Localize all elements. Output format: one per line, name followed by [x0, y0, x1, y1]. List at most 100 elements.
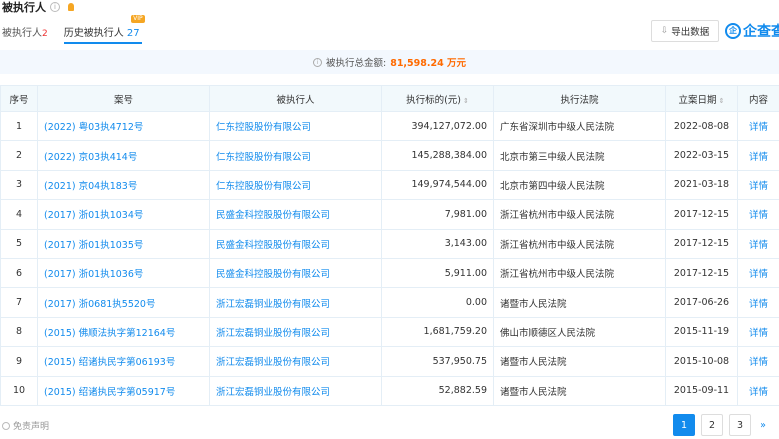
tab-current-debtor[interactable]: 被执行人2 — [0, 24, 50, 39]
cell-amount: 3,143.00 — [381, 228, 494, 259]
cell-date: 2022-08-08 — [665, 110, 738, 142]
cell-date: 2022-03-15 — [665, 140, 738, 171]
cell-detail[interactable]: 详情 — [737, 257, 779, 289]
cell-debtor[interactable]: 民盛金科控股股份有限公司 — [209, 228, 382, 259]
info-icon: i — [313, 57, 322, 67]
cell-index: 9 — [0, 346, 38, 377]
cell-detail[interactable]: 详情 — [737, 169, 779, 201]
next-page-button[interactable]: » — [757, 414, 769, 436]
total-amount-label: 被执行总金额: — [326, 58, 387, 69]
col-header-case-no: 案号 — [37, 85, 210, 112]
pagination: 1 2 3 » — [673, 414, 775, 436]
section-title: 被执行人 — [2, 1, 46, 14]
cell-case-no[interactable]: (2022) 京03执414号 — [37, 140, 210, 171]
cell-debtor[interactable]: 民盛金科控股股份有限公司 — [209, 257, 382, 289]
sort-icon: ⇕ — [718, 96, 725, 105]
cell-detail[interactable]: 详情 — [737, 199, 779, 230]
section-header: 被执行人 i — [0, 0, 74, 14]
cell-index: 1 — [0, 110, 38, 142]
cell-debtor[interactable]: 民盛金科控股股份有限公司 — [209, 199, 382, 230]
cell-court: 佛山市顺德区人民法院 — [493, 316, 666, 348]
cell-debtor[interactable]: 仁东控股股份有限公司 — [209, 110, 382, 142]
col-header-date-label: 立案日期 — [678, 94, 717, 106]
col-header-amount-label: 执行标的(元) — [406, 94, 462, 106]
cell-amount: 0.00 — [381, 287, 494, 318]
cell-debtor[interactable]: 浙江宏磊铜业股份有限公司 — [209, 346, 382, 377]
cell-detail[interactable]: 详情 — [737, 110, 779, 142]
cell-case-no[interactable]: (2021) 京04执183号 — [37, 169, 210, 201]
cell-debtor[interactable]: 浙江宏磊铜业股份有限公司 — [209, 375, 382, 406]
cell-amount: 1,681,759.20 — [381, 316, 494, 348]
cell-date: 2017-12-15 — [665, 257, 738, 289]
cell-case-no[interactable]: (2017) 浙01执1036号 — [37, 257, 210, 289]
cell-case-no[interactable]: (2015) 绍诸执民字第05917号 — [37, 375, 210, 406]
cell-detail[interactable]: 详情 — [737, 316, 779, 348]
tab-label: 被执行人 — [2, 27, 42, 39]
cell-index: 6 — [0, 257, 38, 289]
cell-detail[interactable]: 详情 — [737, 228, 779, 259]
export-label: 导出数据 — [671, 27, 710, 38]
cell-date: 2017-06-26 — [665, 287, 738, 318]
vip-badge: VIP — [131, 14, 145, 23]
cell-debtor[interactable]: 仁东控股股份有限公司 — [209, 140, 382, 171]
cell-detail[interactable]: 详情 — [737, 140, 779, 171]
cell-amount: 52,882.59 — [381, 375, 494, 406]
tab-count: 2 — [42, 28, 48, 39]
cell-index: 5 — [0, 228, 38, 259]
cell-court: 诸暨市人民法院 — [493, 346, 666, 377]
cell-detail[interactable]: 详情 — [737, 375, 779, 406]
tab-count: 27 — [126, 27, 140, 39]
page-button-3[interactable]: 3 — [729, 414, 751, 436]
cell-detail[interactable]: 详情 — [737, 287, 779, 318]
cell-case-no[interactable]: (2022) 粤03执4712号 — [37, 110, 210, 142]
table-row: 2 (2022) 京03执414号 仁东控股股份有限公司 145,288,384.00… — [0, 140, 779, 171]
sort-icon: ⇕ — [463, 96, 469, 105]
tab-label: 历史被执行人 — [63, 27, 124, 39]
cell-case-no[interactable]: (2015) 绍诸执民字第06193号 — [37, 346, 210, 377]
cell-amount: 537,950.75 — [381, 346, 494, 377]
cell-amount: 149,974,544.00 — [381, 169, 494, 201]
table-row: 6 (2017) 浙01执1036号 民盛金科控股股份有限公司 5,911.00 浙江省… — [0, 257, 779, 289]
cell-amount: 7,981.00 — [381, 199, 494, 230]
export-button[interactable]: ⇩ 导出数据 — [651, 20, 719, 42]
cell-date: 2017-12-15 — [665, 199, 738, 230]
col-header-amount[interactable]: 执行标的(元) ⇕ — [381, 85, 494, 112]
cell-case-no[interactable]: (2017) 浙0681执5520号 — [37, 287, 210, 318]
cell-debtor[interactable]: 浙江宏磊铜业股份有限公司 — [209, 287, 382, 318]
cell-case-no[interactable]: (2017) 浙01执1034号 — [37, 199, 210, 230]
cell-case-no[interactable]: (2015) 佛顺法执字第12164号 — [37, 316, 210, 348]
page-button-1[interactable]: 1 — [673, 414, 695, 436]
disclaimer-label: 免责声明 — [13, 422, 50, 432]
cell-date: 2015-09-11 — [665, 375, 738, 406]
cell-court: 北京市第三中级人民法院 — [493, 140, 666, 171]
table-row: 3 (2021) 京04执183号 仁东控股股份有限公司 149,974,544.00… — [0, 169, 779, 201]
cell-amount: 145,288,384.00 — [381, 140, 494, 171]
table-header-row: 序号 案号 被执行人 执行标的(元) ⇕ 执行法院 立案日期 ⇕ 内容 — [0, 85, 779, 112]
table-row: 10 (2015) 绍诸执民字第05917号 浙江宏磊铜业股份有限公司 52,882.… — [0, 375, 779, 406]
brand-logo: 企 企查查 — [725, 19, 779, 43]
col-header-date[interactable]: 立案日期 ⇕ — [665, 85, 738, 112]
info-icon[interactable]: i — [50, 2, 60, 12]
cell-amount: 5,911.00 — [381, 257, 494, 289]
cell-index: 8 — [0, 316, 38, 348]
col-header-debtor: 被执行人 — [209, 85, 382, 112]
table-row: 5 (2017) 浙01执1035号 民盛金科控股股份有限公司 3,143.00 浙江省… — [0, 228, 779, 259]
debtor-table: 序号 案号 被执行人 执行标的(元) ⇕ 执行法院 立案日期 ⇕ 内容 1 (2022… — [0, 85, 779, 406]
cell-case-no[interactable]: (2017) 浙01执1035号 — [37, 228, 210, 259]
cell-index: 7 — [0, 287, 38, 318]
tab-bar: 被执行人2 历史被执行人 27 VIP — [0, 14, 145, 44]
cell-index: 4 — [0, 199, 38, 230]
total-amount-bar: i 被执行总金额: 81,598.24 万元 — [0, 50, 779, 74]
bell-icon[interactable] — [68, 3, 74, 11]
cell-amount: 394,127,072.00 — [381, 110, 494, 142]
col-header-content: 内容 — [737, 85, 779, 112]
cell-debtor[interactable]: 仁东控股股份有限公司 — [209, 169, 382, 201]
cell-detail[interactable]: 详情 — [737, 346, 779, 377]
page-button-2[interactable]: 2 — [701, 414, 723, 436]
table-row: 8 (2015) 佛顺法执字第12164号 浙江宏磊铜业股份有限公司 1,681,75… — [0, 316, 779, 348]
cell-debtor[interactable]: 浙江宏磊铜业股份有限公司 — [209, 316, 382, 348]
export-icon: ⇩ — [660, 26, 669, 36]
disclaimer-link[interactable]: 免责声明 — [2, 419, 49, 432]
tab-history-debtor[interactable]: 历史被执行人 27 VIP — [62, 14, 145, 44]
info-icon — [2, 421, 10, 430]
